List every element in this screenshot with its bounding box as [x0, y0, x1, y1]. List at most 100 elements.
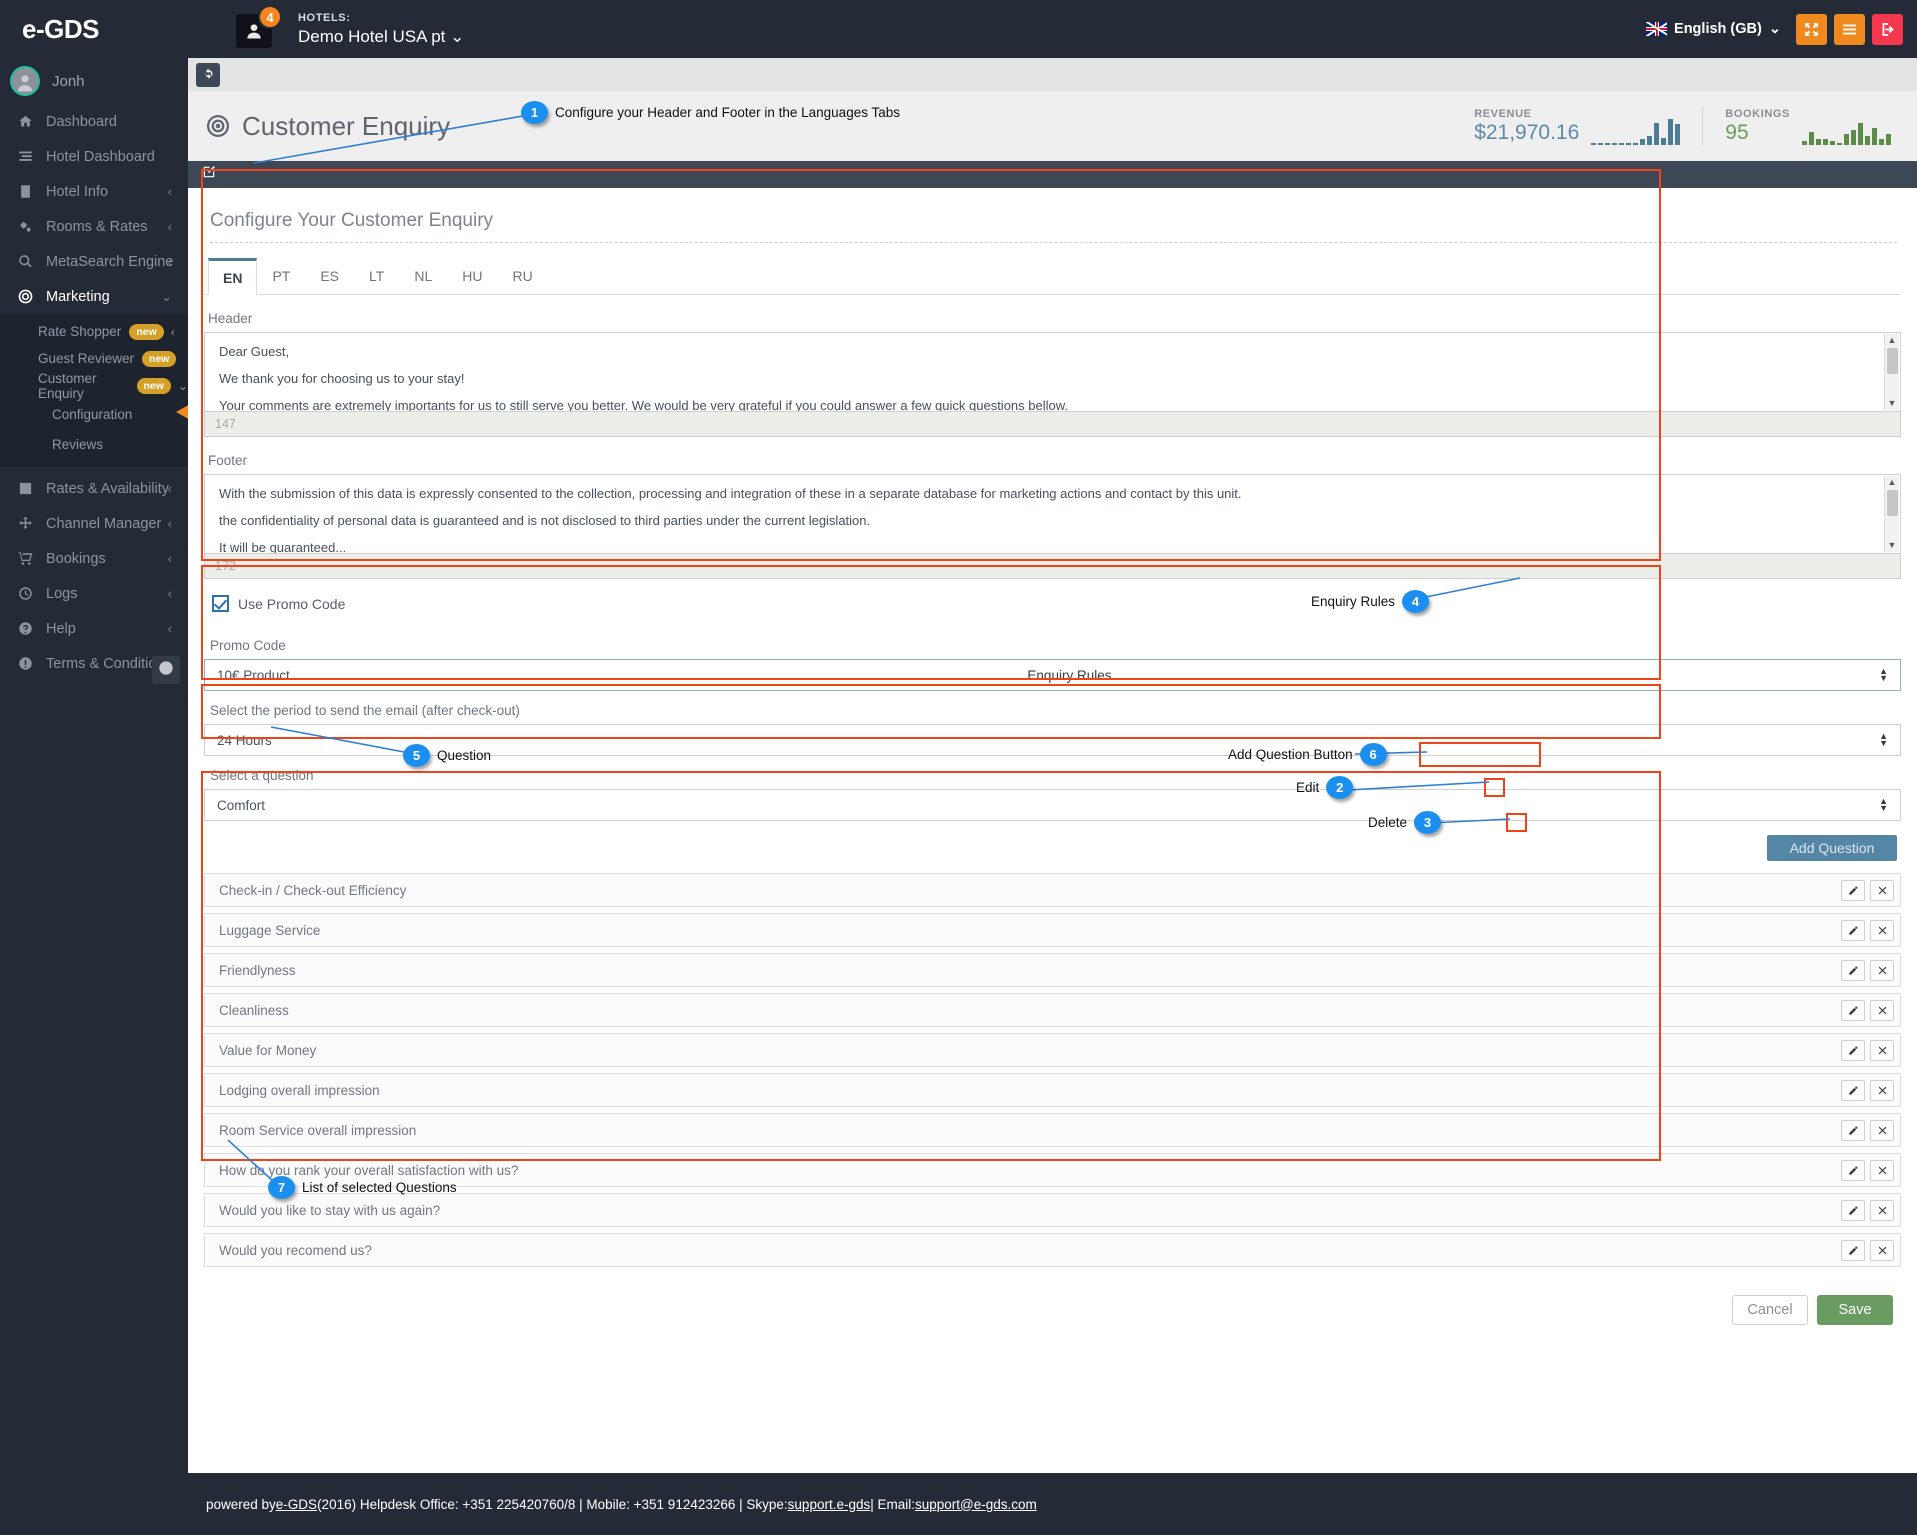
table-row[interactable]: How do you rank your overall satisfactio… [204, 1153, 1901, 1187]
tab-en[interactable]: EN [208, 258, 258, 295]
tab-ru[interactable]: RU [497, 258, 547, 295]
table-row[interactable]: Would you recomend us? [204, 1233, 1901, 1267]
table-row[interactable]: Would you like to stay with us again? [204, 1193, 1901, 1227]
sidebar-user[interactable]: Jonh [0, 58, 188, 104]
scroll-thumb[interactable] [1887, 490, 1898, 516]
sidebar-item-help[interactable]: Help ‹ [0, 611, 188, 646]
table-row[interactable]: Friendlyness [204, 953, 1901, 987]
sidebar-item-dashboard[interactable]: Dashboard [0, 104, 188, 139]
sidebar-item-logs[interactable]: Logs ‹ [0, 576, 188, 611]
chevron-down-icon: ⌄ [1768, 21, 1781, 37]
add-question-button[interactable]: Add Question [1767, 835, 1897, 861]
use-promo-code-checkbox[interactable] [212, 595, 229, 612]
footer-textarea-content[interactable]: With the submission of this data is expr… [205, 475, 1900, 553]
table-row[interactable]: Value for Money [204, 1033, 1901, 1067]
chevron-down-icon[interactable]: ▼ [1888, 541, 1897, 550]
question-label: Value for Money [219, 1042, 317, 1058]
sidebar-item-metasearch-engine[interactable]: MetaSearch Engine ‹ [0, 244, 188, 279]
delete-icon[interactable] [1870, 1159, 1894, 1181]
tab-pt[interactable]: PT [257, 258, 305, 295]
sidebar-item-rooms-rates[interactable]: Rooms & Rates ‹ [0, 209, 188, 244]
delete-icon[interactable] [1870, 999, 1894, 1021]
refresh-icon[interactable] [196, 62, 220, 87]
delete-icon[interactable] [1870, 919, 1894, 941]
table-row[interactable]: Check-in / Check-out Efficiency [204, 873, 1901, 907]
logout-icon[interactable] [1872, 13, 1903, 45]
sidebar-item-reviews[interactable]: Reviews [0, 429, 188, 459]
delete-icon[interactable] [1870, 1039, 1894, 1061]
table-row[interactable]: Cleanliness [204, 993, 1901, 1027]
menu-icon[interactable] [1834, 13, 1865, 45]
hotel-name[interactable]: Demo Hotel USA pt ⌄ [298, 27, 464, 47]
spinner-icon[interactable]: ▲ ▼ [1879, 731, 1888, 748]
promo-code-select[interactable]: 10€ Product Enquiry Rules ▲ ▼ [204, 659, 1901, 691]
chevron-left-icon: ‹ [167, 551, 172, 566]
table-row[interactable]: Room Service overall impression [204, 1113, 1901, 1147]
delete-icon[interactable] [1870, 1079, 1894, 1101]
sidebar-item-channel-manager[interactable]: Channel Manager ‹ [0, 506, 188, 541]
scroll-thumb[interactable] [1887, 348, 1898, 374]
header-textarea[interactable]: Dear Guest, We thank you for choosing us… [204, 332, 1901, 412]
tab-es[interactable]: ES [305, 258, 354, 295]
expand-icon[interactable] [1796, 13, 1827, 45]
tab-nl[interactable]: NL [399, 258, 447, 295]
delete-icon[interactable] [1870, 959, 1894, 981]
sidebar-item-hotel-dashboard[interactable]: Hotel Dashboard [0, 139, 188, 174]
sidebar-item-rates-availability[interactable]: Rates & Availability ‹ [0, 471, 188, 506]
header-scrollbar[interactable]: ▲ ▼ [1884, 334, 1899, 410]
edit-icon[interactable] [1841, 919, 1865, 941]
sidebar-item-label: Dashboard [46, 113, 117, 130]
table-row[interactable]: Luggage Service [204, 913, 1901, 947]
sidebar-item-rate-shopper[interactable]: Rate Shopper new ‹ [0, 318, 188, 345]
edit-icon[interactable] [1841, 999, 1865, 1021]
enquiry-rules-label: Enquiry Rules [1027, 667, 1112, 683]
delete-icon[interactable] [1870, 1119, 1894, 1141]
brand-logo[interactable]: e-GDS [0, 0, 230, 58]
sidebar-item-guest-reviewer[interactable]: Guest Reviewer new [0, 345, 188, 372]
spinner-icon[interactable]: ▲ ▼ [1879, 796, 1888, 813]
footer-scrollbar[interactable]: ▲ ▼ [1884, 476, 1899, 552]
save-button[interactable]: Save [1817, 1295, 1893, 1325]
use-promo-code-row[interactable]: Use Promo Code [204, 579, 1901, 626]
annotation-badge: 5 [403, 744, 430, 767]
language-selector[interactable]: English (GB) ⌄ [1646, 21, 1781, 37]
sidebar-item-configuration[interactable]: Configuration [0, 399, 192, 429]
chevron-down-icon[interactable]: ▼ [1888, 399, 1897, 408]
footer-textarea[interactable]: With the submission of this data is expr… [204, 474, 1901, 554]
sidebar-item-hotel-info[interactable]: Hotel Info ‹ [0, 174, 188, 209]
edit-icon[interactable] [202, 165, 216, 184]
edit-icon[interactable] [1841, 1079, 1865, 1101]
edit-icon[interactable] [1841, 1039, 1865, 1061]
tab-lt[interactable]: LT [354, 258, 399, 295]
header-textarea-content[interactable]: Dear Guest, We thank you for choosing us… [205, 333, 1900, 411]
user-notification-chip[interactable]: 4 [234, 5, 282, 51]
edit-icon[interactable] [1841, 1239, 1865, 1261]
cancel-button[interactable]: Cancel [1732, 1295, 1808, 1325]
delete-icon[interactable] [1870, 879, 1894, 901]
tab-hu[interactable]: HU [447, 258, 497, 295]
chevron-up-icon[interactable]: ▲ [1888, 336, 1897, 345]
notification-badge[interactable]: 4 [258, 5, 282, 29]
edit-icon[interactable] [1841, 959, 1865, 981]
chevron-left-icon: ‹ [167, 254, 172, 269]
sidebar-collapse-button[interactable] [152, 656, 180, 684]
edit-icon[interactable] [1841, 1119, 1865, 1141]
hotel-selector[interactable]: HOTELS: Demo Hotel USA pt ⌄ [298, 12, 464, 46]
sidebar-item-bookings[interactable]: Bookings ‹ [0, 541, 188, 576]
footer-line-1: With the submission of this data is expr… [219, 486, 1242, 501]
chevron-up-icon[interactable]: ▲ [1888, 478, 1897, 487]
table-row[interactable]: Lodging overall impression [204, 1073, 1901, 1107]
edit-icon[interactable] [1841, 1159, 1865, 1181]
add-question-row: Add Question [204, 821, 1901, 873]
edit-icon[interactable] [1841, 1199, 1865, 1221]
footer-egds-link[interactable]: e-GDS [276, 1497, 317, 1512]
footer-email-link[interactable]: support@e-gds.com [915, 1497, 1037, 1512]
delete-icon[interactable] [1870, 1239, 1894, 1261]
sidebar-item-customer-enquiry[interactable]: Customer Enquiry new ⌄ [0, 371, 188, 401]
delete-icon[interactable] [1870, 1199, 1894, 1221]
select-question-dropdown[interactable]: Comfort ▲ ▼ [204, 789, 1901, 821]
sidebar-item-marketing[interactable]: Marketing ⌄ [0, 279, 188, 314]
edit-icon[interactable] [1841, 879, 1865, 901]
spinner-icon[interactable]: ▲ ▼ [1879, 666, 1888, 683]
footer-skype-link[interactable]: support.e-gds [788, 1497, 871, 1512]
